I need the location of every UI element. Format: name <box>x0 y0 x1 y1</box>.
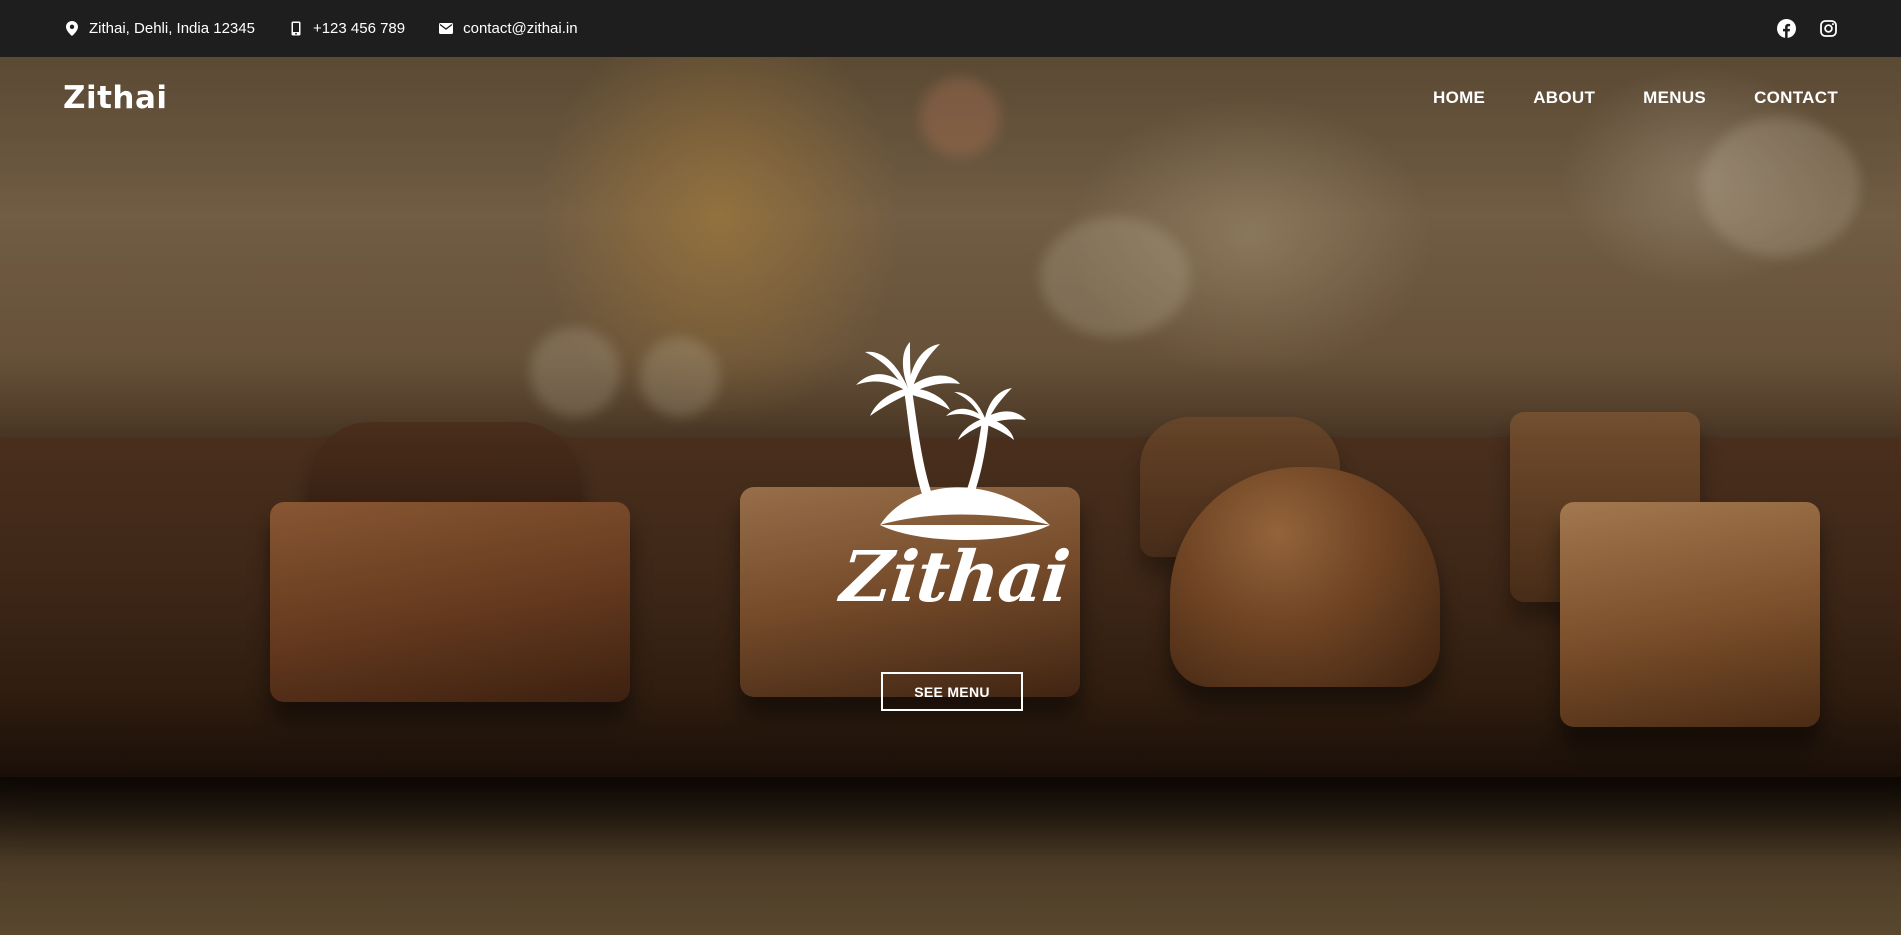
nav-item-home[interactable]: HOME <box>1433 88 1485 108</box>
brand-logo[interactable]: Zithai <box>63 80 168 116</box>
email-text[interactable]: contact@zithai.in <box>463 20 577 37</box>
top-contact-bar: Zithai, Dehli, India 12345 +123 456 789 … <box>0 0 1901 57</box>
contact-phone[interactable]: +123 456 789 <box>287 20 405 38</box>
nav-item-menus[interactable]: MENUS <box>1643 88 1706 108</box>
social-links <box>1776 19 1838 39</box>
hero-logo-text: Zithai <box>837 535 1073 618</box>
contact-email[interactable]: contact@zithai.in <box>437 20 578 38</box>
see-menu-button[interactable]: SEE MENU <box>881 672 1023 711</box>
main-navigation: Zithai HOME ABOUT MENUS CONTACT <box>0 57 1901 139</box>
map-pin-icon <box>63 20 81 38</box>
contact-address: Zithai, Dehli, India 12345 <box>63 20 255 38</box>
facebook-icon[interactable] <box>1776 19 1796 39</box>
envelope-icon <box>437 20 455 38</box>
nav-item-about[interactable]: ABOUT <box>1533 88 1595 108</box>
address-text: Zithai, Dehli, India 12345 <box>89 20 255 37</box>
mobile-phone-icon <box>287 20 305 38</box>
palm-tree-island-icon <box>856 342 1050 540</box>
hero-logo: Zithai <box>837 340 1073 630</box>
nav-menu: HOME ABOUT MENUS CONTACT <box>1433 88 1838 108</box>
instagram-icon[interactable] <box>1818 19 1838 39</box>
nav-item-contact[interactable]: CONTACT <box>1754 88 1838 108</box>
phone-text[interactable]: +123 456 789 <box>313 20 405 37</box>
